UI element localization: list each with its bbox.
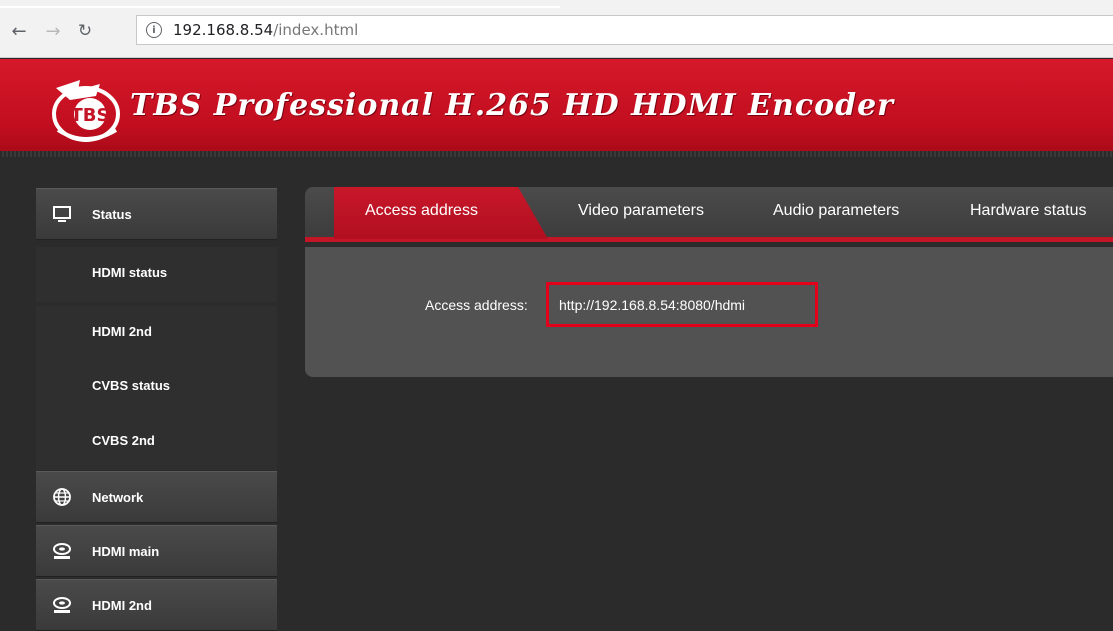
tab-access-address-label[interactable]: Access address	[365, 202, 478, 220]
url-host: 192.168.8.54	[173, 21, 274, 39]
sidebar-item-network[interactable]: Network	[36, 471, 277, 523]
address-bar[interactable]: i 192.168.8.54/index.html	[136, 15, 1113, 45]
monitor-icon	[53, 206, 71, 222]
sidebar-subitem-hdmi-2nd[interactable]: HDMI 2nd	[36, 306, 277, 361]
sidebar-subitem-cvbs-status[interactable]: CVBS status	[36, 360, 277, 415]
hdd-icon	[53, 543, 71, 559]
sidebar-subitem-hdmi-status[interactable]: HDMI status	[36, 247, 277, 302]
sidebar-item-status[interactable]: Status	[36, 188, 277, 240]
sidebar-subitem-cvbs-2nd[interactable]: CVBS 2nd	[36, 415, 277, 470]
info-icon[interactable]: i	[146, 22, 162, 38]
access-address-label: Access address:	[425, 297, 528, 313]
tab-audio-parameters[interactable]: Audio parameters	[773, 202, 899, 220]
sidebar-item-label: Status	[92, 207, 132, 222]
sidebar-item-label: Network	[92, 490, 144, 505]
reload-icon[interactable]: ↻	[74, 20, 96, 42]
product-title: TBS Professional H.265 HD HDMI Encoder	[130, 88, 894, 123]
sidebar-item-label: HDMI 2nd	[92, 598, 152, 613]
banner-divider	[0, 151, 1113, 157]
sidebar-subitem-label: CVBS status	[92, 378, 171, 393]
tab-video-parameters[interactable]: Video parameters	[578, 202, 704, 220]
highlight-annotation-box	[546, 282, 818, 327]
browser-tab-edge	[0, 6, 560, 8]
sidebar-item-hdmi-2nd[interactable]: HDMI 2nd	[36, 579, 277, 631]
sidebar-subitem-label: HDMI 2nd	[92, 324, 152, 339]
logo-text: TBS	[71, 105, 110, 126]
tbs-logo: TBS	[52, 80, 120, 142]
sidebar-item-hdmi-main[interactable]: HDMI main	[36, 525, 277, 577]
globe-icon	[53, 488, 71, 506]
url-text[interactable]: 192.168.8.54/index.html	[173, 21, 358, 39]
sidebar-subitem-label: CVBS 2nd	[92, 433, 155, 448]
hdd-icon	[53, 597, 71, 613]
sidebar: Status HDMI status HDMI 2nd CVBS status …	[36, 188, 277, 631]
tab-hardware-status[interactable]: Hardware status	[970, 202, 1087, 220]
sidebar-subitem-label: HDMI status	[92, 265, 168, 280]
sidebar-item-label: HDMI main	[92, 544, 160, 559]
browser-tabstrip	[0, 0, 1113, 8]
url-path: /index.html	[273, 21, 359, 39]
forward-arrow-icon[interactable]: →	[42, 20, 64, 42]
back-arrow-icon[interactable]: ←	[8, 20, 30, 42]
